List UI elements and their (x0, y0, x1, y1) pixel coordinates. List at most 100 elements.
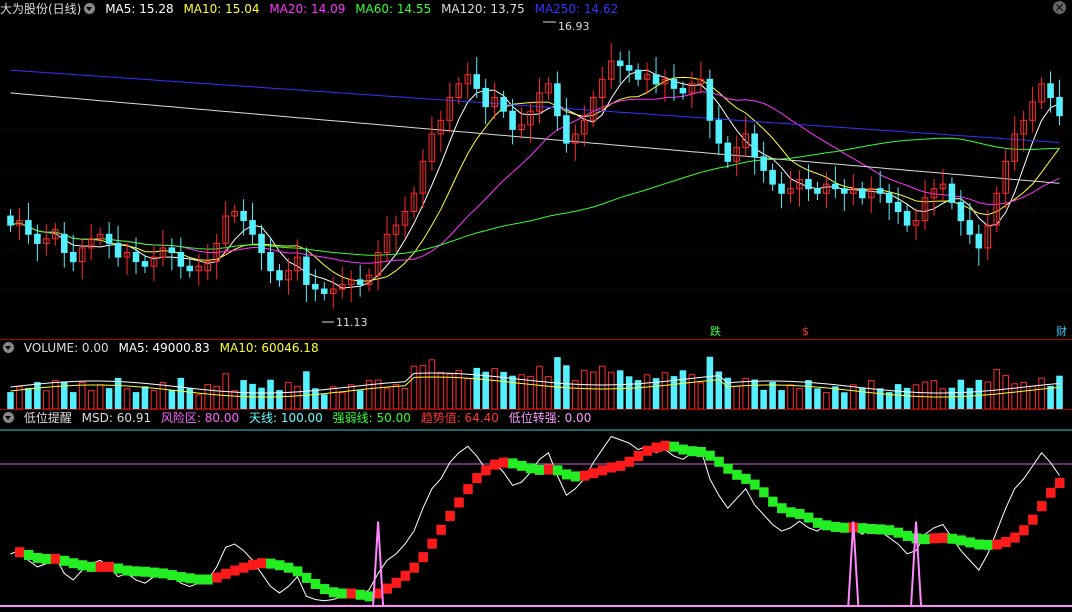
volume-bar (428, 359, 436, 410)
candle-body (885, 192, 893, 203)
candle-body (1056, 97, 1063, 117)
candle-body (634, 69, 642, 80)
volume-bar (338, 392, 346, 410)
candle-body (303, 256, 310, 285)
candle-body (706, 78, 714, 121)
volume-bar (841, 392, 848, 410)
volume-bar (634, 380, 642, 410)
trend-block (884, 525, 895, 536)
candle-body (114, 242, 122, 258)
volume-bar (43, 390, 50, 410)
candle-body (563, 115, 570, 144)
candle-body (61, 233, 68, 254)
trend-block (615, 460, 626, 471)
volume-bar (706, 356, 714, 410)
trend-block (866, 524, 877, 534)
volume-ma10-line (10, 376, 1060, 398)
trend-block (194, 574, 204, 585)
trend-block (759, 487, 769, 498)
chevron-down-icon[interactable] (3, 412, 14, 423)
trend-block (732, 469, 742, 480)
candle-body (509, 110, 516, 130)
trend-block (257, 558, 267, 569)
trend-block (32, 552, 43, 563)
volume-bar (867, 380, 875, 410)
trend-block (1046, 487, 1056, 498)
volume-bar (876, 388, 884, 410)
candle-body (267, 252, 274, 272)
volume-bar (114, 377, 122, 410)
trend-block (920, 534, 931, 545)
volume-bar (491, 368, 498, 410)
candle-body (186, 265, 194, 272)
volume-bar (321, 394, 328, 410)
candle-body (25, 220, 32, 235)
trend-block (400, 570, 410, 581)
trend-block (705, 450, 715, 461)
volume-label: VOLUME: 0.00 (23, 341, 109, 355)
volume-bar (177, 377, 185, 410)
msd-label: MSD: 60.91 (81, 411, 152, 425)
trend-block (821, 520, 832, 531)
trend-block (221, 568, 231, 579)
trend-block (938, 532, 948, 543)
trend-block (274, 560, 285, 571)
trend-block (543, 464, 554, 475)
trend-block (95, 561, 106, 572)
trend-block (570, 471, 581, 482)
volume-bar (258, 387, 265, 410)
volume-bar (240, 380, 247, 410)
trend-block (409, 562, 419, 573)
trend-block (499, 457, 509, 468)
trend-block (158, 568, 168, 579)
dollar-marker: $ (802, 325, 809, 338)
volume-bar (267, 379, 274, 410)
trend-block (283, 562, 294, 573)
candle-body (321, 288, 328, 295)
trend-block (597, 465, 608, 476)
volume-bar (670, 376, 678, 410)
trend-block (490, 459, 500, 470)
trend-block (23, 549, 34, 560)
candle-body (894, 201, 902, 212)
candle-body (132, 252, 140, 263)
volume-bar (590, 371, 597, 410)
trend-block (561, 469, 572, 480)
trend-block (355, 589, 366, 600)
volume-bar (464, 378, 472, 410)
ma60-line (10, 137, 1060, 256)
candle-body (7, 215, 14, 226)
volume-bar (312, 388, 319, 410)
trend-block (965, 537, 975, 548)
kline-chart (0, 21, 1072, 607)
trend-block (1028, 514, 1038, 525)
candle-body (876, 188, 884, 194)
volume-bar (536, 365, 543, 410)
candle-body (975, 233, 983, 249)
volume-bar (778, 390, 785, 410)
candle-body (805, 179, 812, 190)
volume-bar (921, 381, 929, 410)
candle-body (177, 252, 185, 267)
volume-bar (168, 390, 176, 410)
chevron-down-icon[interactable] (3, 342, 14, 353)
volume-bar (598, 365, 606, 410)
trend-block (427, 538, 437, 549)
trend-block (660, 440, 670, 451)
candle-body (141, 261, 149, 267)
volume-bar (527, 375, 534, 410)
volume-bar (760, 389, 767, 410)
trend-block (41, 554, 52, 565)
candle-body (616, 60, 624, 67)
volume-bar (25, 387, 32, 410)
trend-block (839, 522, 850, 533)
candle-body (625, 65, 633, 71)
volume-bar (437, 371, 445, 410)
volume-bar (401, 387, 409, 410)
volume-bar (96, 384, 104, 410)
volume-bar (850, 384, 857, 410)
candle-body (841, 188, 848, 194)
low-turn-spike (847, 521, 860, 607)
trend-block (750, 479, 760, 490)
indicator-title: 低位提醒 (23, 411, 72, 425)
